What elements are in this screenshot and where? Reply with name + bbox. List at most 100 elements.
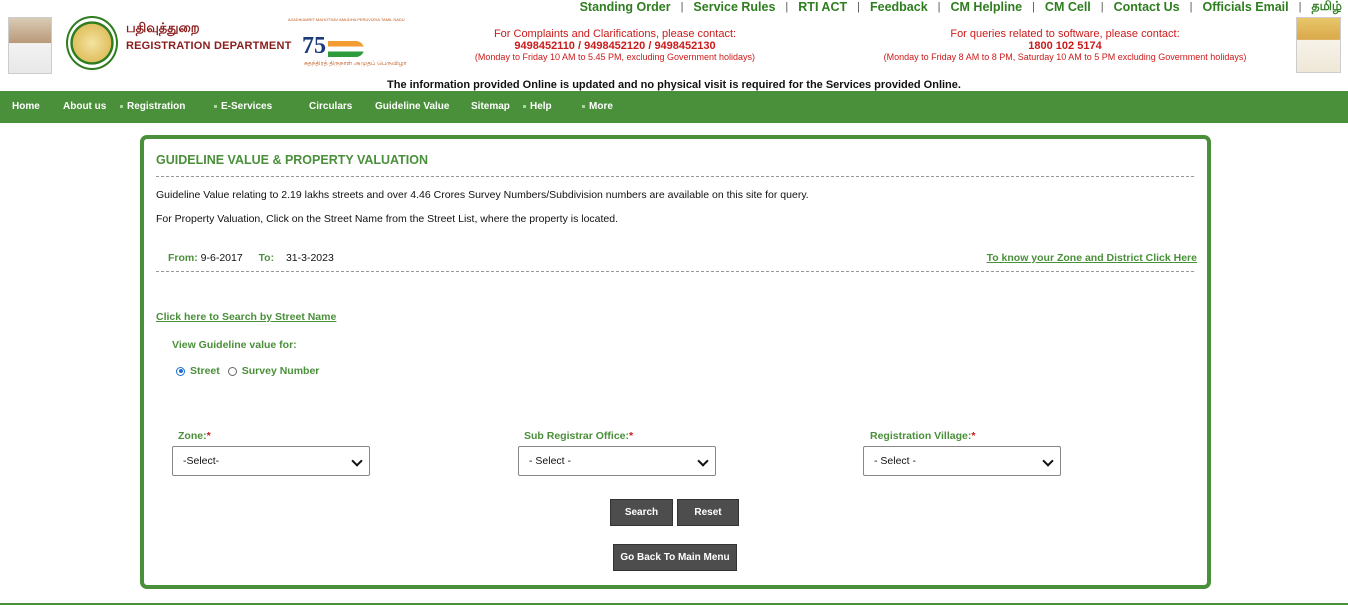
flag-icon [328, 41, 364, 57]
complaints-phones: 9498452110 / 9498452120 / 9498452130 [514, 40, 716, 52]
survey-number-radio[interactable] [227, 366, 237, 376]
complaints-contact: For Complaints and Clarifications, pleas… [440, 28, 790, 62]
separator: | [785, 1, 789, 13]
from-label: From: [168, 252, 198, 264]
nav-home[interactable]: Home [12, 91, 40, 123]
top-links: Standing Order | Service Rules | RTI ACT… [580, 0, 1342, 14]
nav-sitemap[interactable]: Sitemap [471, 91, 510, 123]
validity-dates: From: 9-6-2017 To: 31-3-2023 [168, 252, 334, 264]
guideline-type-radio-group: Street Survey Number [176, 365, 319, 377]
required-mark: * [206, 430, 211, 442]
azadi-number: 75 [302, 33, 326, 59]
chevron-down-icon [351, 455, 363, 467]
sro-select-value: - Select - [529, 455, 572, 467]
link-cm-helpline[interactable]: CM Helpline [951, 0, 1023, 14]
link-officials-email[interactable]: Officials Email [1202, 0, 1288, 14]
dept-name-tamil: பதிவுத்துறை [126, 20, 200, 35]
link-tamil-language[interactable]: தமிழ் [1311, 0, 1342, 15]
azadi-caption: AZADIKAMRIT MAHOTSAV AMUDHA PERUVIZHA TA… [288, 17, 405, 22]
to-date: 31-3-2023 [285, 252, 334, 264]
survey-number-radio-label: Survey Number [241, 365, 320, 377]
dropdown-bullet-icon [120, 104, 123, 108]
former-chief-minister-photo [1296, 17, 1341, 73]
complaints-hours: (Monday to Friday 10 AM to 5.45 PM, excl… [474, 52, 756, 62]
intro-text: Guideline Value relating to 2.19 lakhs s… [156, 189, 809, 201]
reset-button[interactable]: Reset [677, 499, 739, 526]
nav-sitemap-label: Sitemap [471, 101, 510, 112]
nav-circulars[interactable]: Circulars [309, 91, 352, 123]
nav-home-label: Home [12, 101, 40, 112]
link-contact-us[interactable]: Contact Us [1114, 0, 1180, 14]
separator: | [1298, 1, 1302, 13]
software-phones: 1800 102 5174 [1028, 40, 1102, 52]
nav-guideline-value[interactable]: Guideline Value [375, 91, 449, 123]
sub-registrar-office-select[interactable]: - Select - [518, 446, 716, 476]
separator: | [857, 1, 860, 13]
dropdown-bullet-icon [582, 104, 585, 108]
registration-village-label: Registration Village:* [870, 430, 975, 442]
dropdown-bullet-icon [523, 104, 526, 108]
link-standing-order[interactable]: Standing Order [580, 0, 671, 14]
valuation-instructions: For Property Valuation, Click on the Str… [156, 213, 619, 225]
nav-about-us[interactable]: About us [63, 91, 106, 123]
required-mark: * [629, 430, 634, 442]
street-radio[interactable] [176, 366, 185, 376]
link-feedback[interactable]: Feedback [870, 0, 928, 14]
nav-about-label: About us [63, 101, 107, 112]
nav-guideline-label: Guideline Value [375, 101, 450, 112]
zone-label-text: Zone: [178, 430, 207, 442]
separator: | [1189, 1, 1193, 13]
department-logo-text: பதிவுத்துறை REGISTRATION DEPARTMENT [126, 20, 292, 52]
chevron-down-icon [697, 455, 709, 467]
nav-registration[interactable]: Registration [120, 91, 185, 123]
software-contact: For queries related to software, please … [855, 28, 1275, 62]
azadi-75-logo: AZADIKAMRIT MAHOTSAV AMUDHA PERUVIZHA TA… [288, 17, 407, 73]
chief-minister-photo [8, 17, 52, 74]
view-guideline-label: View Guideline value for: [172, 339, 297, 351]
nav-e-services[interactable]: E-Services [214, 91, 272, 123]
back-to-main-menu-button[interactable]: Go Back To Main Menu [613, 544, 737, 571]
divider [156, 176, 1194, 177]
separator: | [680, 1, 684, 13]
divider [156, 271, 1194, 272]
main-navigation: Home About us Registration E-Services Ci… [0, 91, 1348, 123]
nav-circulars-label: Circulars [309, 101, 353, 112]
separator: | [1100, 1, 1104, 13]
required-mark: * [971, 430, 976, 442]
zone-label: Zone:* [178, 430, 211, 442]
sro-label-text: Sub Registrar Office: [524, 430, 630, 442]
complaints-heading: For Complaints and Clarifications, pleas… [493, 28, 737, 40]
chevron-down-icon [1042, 455, 1054, 467]
zone-select-value: -Select- [183, 455, 220, 467]
link-service-rules[interactable]: Service Rules [693, 0, 775, 14]
nav-help-label: Help [530, 101, 552, 112]
search-by-street-link[interactable]: Click here to Search by Street Name [156, 311, 336, 323]
link-rti-act[interactable]: RTI ACT [798, 0, 847, 14]
dropdown-bullet-icon [214, 104, 217, 108]
to-label: To: [258, 252, 275, 264]
from-date: 9-6-2017 [200, 252, 243, 264]
zone-select[interactable]: -Select- [172, 446, 370, 476]
page-title: GUIDELINE VALUE & PROPERTY VALUATION [156, 153, 429, 167]
link-cm-cell[interactable]: CM Cell [1045, 0, 1091, 14]
azadi-tamil-caption: சுதந்திரத் திருநாள் அமுதப் பெருவிழா [304, 61, 407, 67]
sub-registrar-office-label: Sub Registrar Office:* [524, 430, 633, 442]
nav-eservices-label: E-Services [221, 101, 273, 112]
nav-registration-label: Registration [127, 101, 186, 112]
nav-more-label: More [589, 101, 613, 112]
village-select-value: - Select - [874, 455, 917, 467]
guideline-value-panel: GUIDELINE VALUE & PROPERTY VALUATION Gui… [140, 135, 1211, 589]
software-hours: (Monday to Friday 8 AM to 8 PM, Saturday… [883, 52, 1247, 62]
online-notice: The information provided Online is updat… [387, 79, 961, 91]
software-heading: For queries related to software, please … [950, 28, 1180, 40]
tamil-nadu-emblem-icon [66, 16, 118, 70]
village-label-text: Registration Village: [870, 430, 972, 442]
nav-more[interactable]: More [582, 91, 613, 123]
search-button[interactable]: Search [610, 499, 673, 526]
zone-district-link[interactable]: To know your Zone and District Click Her… [987, 252, 1197, 264]
street-radio-label: Street [190, 365, 220, 377]
nav-help[interactable]: Help [523, 91, 552, 123]
separator: | [1032, 1, 1035, 13]
registration-village-select[interactable]: - Select - [863, 446, 1061, 476]
dept-name-english: REGISTRATION DEPARTMENT [126, 40, 292, 52]
